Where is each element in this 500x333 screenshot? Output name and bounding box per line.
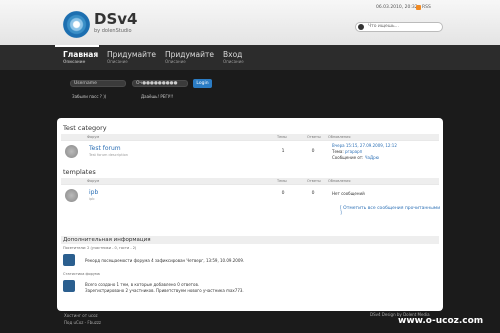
col-replies: Ответы: [307, 179, 321, 183]
topics-count: 1: [281, 149, 285, 154]
last-topic-link[interactable]: ргарарп: [345, 149, 362, 154]
username-field[interactable]: Username: [70, 80, 126, 87]
nav-label: Главная: [63, 50, 99, 59]
login-button[interactable]: Login: [193, 79, 212, 88]
last-topic-label: Тема:: [332, 149, 344, 154]
register-link[interactable]: Дааёшь! РЕГУ!!: [141, 94, 173, 99]
watermark: www.o-ucoz.com: [398, 316, 484, 326]
logo-text[interactable]: DSv4: [94, 11, 137, 27]
stats-label: Статистика форума: [63, 272, 100, 276]
last-post: Вчера 15:15, 27.09.2009, 12:12 Тема: рга…: [332, 143, 397, 161]
forgot-password-link[interactable]: Забыли пасс ? )): [72, 94, 106, 99]
nav-item-2[interactable]: Придумайте Описание: [107, 50, 157, 65]
forum-link[interactable]: ipb: [89, 189, 98, 196]
nav-sublabel: Описание: [223, 59, 244, 64]
site-header: DSv4 by dolenStudio 06.03.2010, 20:32 RS…: [0, 0, 500, 45]
forum-status-icon: [65, 145, 78, 158]
stats-icon: [63, 280, 75, 292]
logo-subtitle: by dolenStudio: [94, 28, 132, 34]
forum-link[interactable]: Test forum: [89, 145, 121, 152]
category-title[interactable]: templates: [63, 168, 96, 176]
stats-text: Всего создано 1 тем, в которые добавлено…: [85, 282, 244, 294]
nav-item-home[interactable]: Главная Описание: [63, 50, 99, 65]
design-credit[interactable]: Под uCoz - Fbuzzz: [64, 320, 101, 325]
col-topics: Темы: [277, 179, 287, 183]
replies-count: 0: [311, 191, 315, 196]
nav-sublabel: Описание: [107, 59, 128, 64]
last-author-link[interactable]: ЧаДрю: [365, 155, 379, 160]
nav-sublabel: Описание: [63, 59, 86, 64]
main-navigation: Главная Описание Придумайте Описание При…: [0, 45, 500, 70]
forum-content: Test category Форум Темы Ответы Обновлен…: [57, 118, 443, 311]
mark-all-read-link[interactable]: [ Отметить все сообщения прочитанными ]: [340, 206, 443, 216]
nav-label: Придумайте: [107, 50, 157, 59]
online-icon: [63, 254, 75, 266]
col-replies: Ответы: [307, 135, 321, 139]
stats-line: Всего создано 1 тем, в которые добавлено…: [85, 282, 200, 287]
login-bar: Username Оч●●●●●●●●● Login Забыли пасс ?…: [57, 77, 443, 107]
search-icon[interactable]: [358, 24, 364, 30]
forum-row: Test forum Test forum description 1 0 Вч…: [61, 140, 439, 162]
forum-description: ipb: [89, 197, 95, 201]
forum-description: Test forum description: [89, 153, 129, 157]
footer-left: Хостинг от ucoz Под uCoz - Fbuzzz: [64, 312, 101, 326]
record-text: Рекорд посещаемости форума 4 зафиксирова…: [85, 258, 245, 263]
search-input[interactable]: Что ищешь...: [355, 22, 443, 32]
nav-item-login[interactable]: Вход Описание: [223, 50, 244, 65]
rss-link[interactable]: RSS: [422, 5, 431, 10]
col-topics: Темы: [277, 135, 287, 139]
last-post-date[interactable]: Вчера 15:15, 27.09.2009, 12:12: [332, 143, 397, 148]
nav-label: Вход: [223, 50, 243, 59]
last-post: Нет сообщений: [332, 191, 365, 196]
forum-status-icon: [65, 189, 78, 202]
current-date: 06.03.2010, 20:32: [376, 5, 418, 10]
rss-icon[interactable]: [416, 5, 421, 10]
active-tab-indicator: [55, 45, 99, 47]
logo-icon[interactable]: [63, 11, 90, 38]
online-users: Посетители: 2 (участники - 0, гости - 2): [63, 246, 137, 250]
stats-line: Зарегистрировано 2 участников. Приветств…: [85, 288, 244, 293]
info-section-header: Дополнительная информация: [61, 236, 439, 244]
nav-item-3[interactable]: Придумайте Описание: [165, 50, 215, 65]
topics-count: 0: [281, 191, 285, 196]
col-forum: Форум: [87, 135, 100, 139]
col-forum: Форум: [87, 179, 100, 183]
replies-count: 0: [311, 149, 315, 154]
hosting-text[interactable]: Хостинг от ucoz: [64, 313, 98, 318]
password-field[interactable]: Оч●●●●●●●●●: [132, 80, 188, 87]
col-updates: Обновления: [328, 135, 351, 139]
nav-label: Придумайте: [165, 50, 215, 59]
col-updates: Обновления: [328, 179, 351, 183]
category-title[interactable]: Test category: [63, 124, 107, 132]
forum-row: ipb ipb 0 0 Нет сообщений: [61, 184, 439, 202]
last-author-label: Сообщение от:: [332, 155, 364, 160]
nav-sublabel: Описание: [165, 59, 186, 64]
